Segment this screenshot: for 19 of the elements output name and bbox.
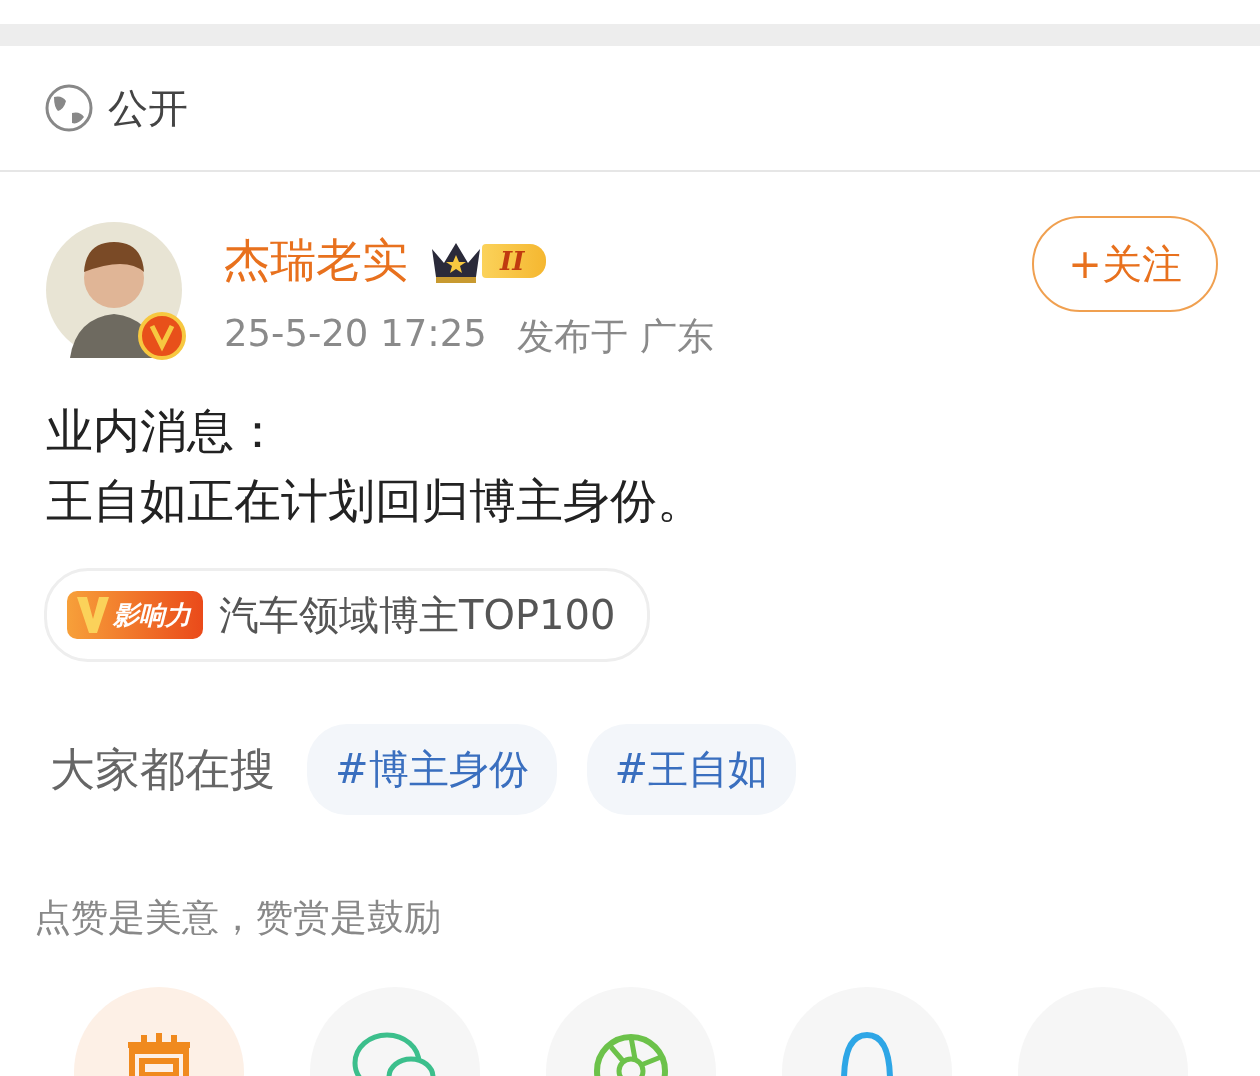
post-text: 业内消息： [46, 402, 282, 460]
post-text: 王自如正在计划回归博主身份。 [46, 472, 705, 530]
influence-tag[interactable]: 影响力 汽车领域博主TOP100 [44, 568, 651, 662]
visibility-label: 公开 [108, 83, 188, 133]
post-location: 发布于 广东 [516, 314, 714, 360]
topic-link[interactable]: #博主身份 [307, 724, 557, 815]
influence-badge: 影响力 [67, 591, 203, 639]
author-name[interactable]: 杰瑞老实 [224, 230, 408, 292]
globe-icon [44, 83, 94, 133]
post-time: 25-5-20 17:25 [224, 312, 487, 357]
v-icon [75, 595, 111, 635]
follow-button[interactable]: +关注 [1032, 216, 1218, 312]
trending-label: 大家都在搜 [50, 741, 275, 798]
reward-hint: 点赞是美意，赞赏是鼓励 [34, 895, 442, 941]
aperture-icon [591, 1031, 671, 1076]
topic-link[interactable]: #王自如 [586, 724, 797, 815]
level-badge: II [482, 244, 547, 278]
avatar[interactable] [46, 222, 182, 358]
influence-text: 汽车领域博主TOP100 [219, 590, 616, 640]
